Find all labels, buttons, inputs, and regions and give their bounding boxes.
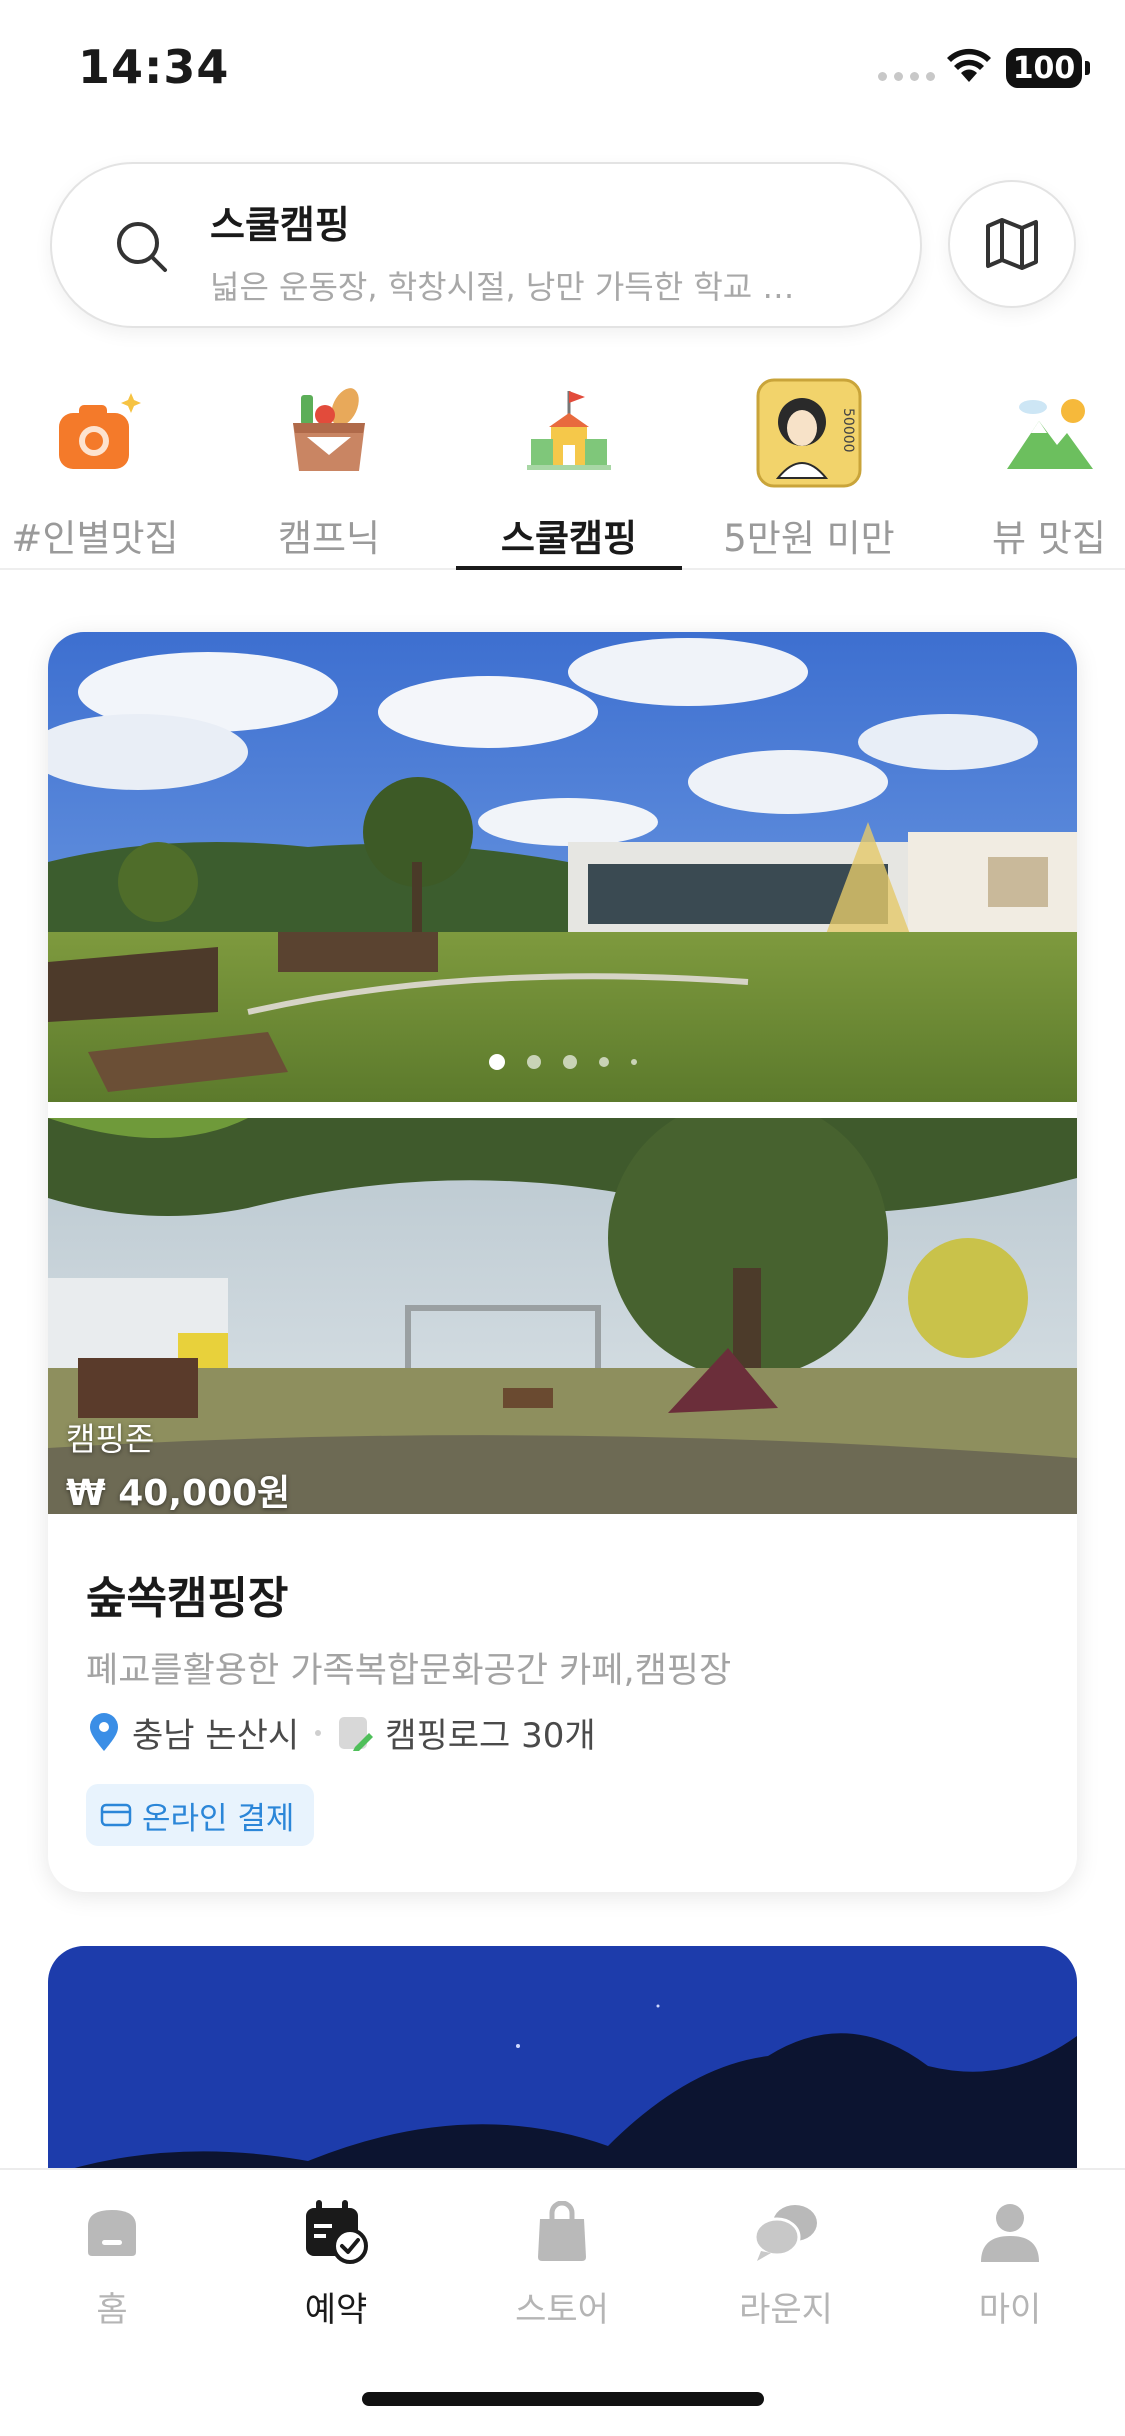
campsite-location: 충남 논산시	[132, 1716, 300, 1756]
search-subtitle: 넓은 운동장, 학창시절, 낭만 가득한 학교 …	[210, 268, 795, 306]
tab-label: 5만원 미만	[723, 517, 895, 560]
search-icon	[117, 222, 167, 272]
credit-card-icon	[100, 1803, 132, 1827]
nav-label: 예약	[304, 2290, 368, 2330]
banknote-50000-icon: 50000	[749, 378, 869, 488]
zone-label: 캠핑존	[66, 1420, 155, 1458]
campsite-name: 숲쏙캠핑장	[86, 1573, 289, 1624]
map-icon	[986, 218, 1038, 270]
active-tab-indicator	[456, 566, 682, 570]
wifi-icon	[947, 48, 991, 82]
camping-log-count: 캠핑로그 30개	[385, 1716, 596, 1756]
campsite-card[interactable]: 캠핑존 ₩ 40,000원 숲쏙캠핑장 폐교를활용한 가족복합문화공간 카페,캠…	[48, 632, 1077, 1892]
svg-text:50000: 50000	[840, 408, 856, 453]
home-icon	[74, 2194, 150, 2270]
nav-lounge[interactable]: 라운지	[696, 2194, 876, 2344]
nav-home[interactable]: 홈	[22, 2194, 202, 2344]
search-title: 스쿨캠핑	[210, 203, 350, 247]
battery-level: 100	[1012, 50, 1076, 86]
nav-reservation[interactable]: 예약	[246, 2194, 426, 2344]
tab-label: #인별맛집	[11, 517, 179, 560]
camera-icon	[35, 378, 155, 488]
nav-store[interactable]: 스토어	[472, 2194, 652, 2344]
status-time: 14:34	[78, 40, 230, 94]
nav-label: 마이	[978, 2290, 1042, 2330]
calendar-check-icon	[298, 2194, 374, 2270]
online-payment-badge: 온라인 결제	[86, 1784, 315, 1846]
category-tabs: #인별맛집 캠프닉 스쿨캠핑 50000 5만원 미만 뷰 맛집	[0, 362, 1125, 570]
tab-under-50000[interactable]: 50000 5만원 미만	[696, 362, 922, 568]
nav-label: 홈	[96, 2290, 128, 2330]
nav-my[interactable]: 마이	[920, 2194, 1100, 2344]
camping-zone-photo[interactable]: 캠핑존 ₩ 40,000원	[48, 1118, 1077, 1514]
status-bar: 14:34 100	[0, 0, 1125, 140]
location-pin-icon	[90, 1712, 118, 1751]
home-indicator[interactable]	[362, 2392, 764, 2406]
search-bar[interactable]: 스쿨캠핑 넓은 운동장, 학창시절, 낭만 가득한 학교 …	[50, 162, 922, 328]
nav-label: 스토어	[515, 2290, 609, 2330]
tab-campnic[interactable]: 캠프닉	[216, 362, 442, 568]
tab-school-camping[interactable]: 스쿨캠핑	[456, 362, 682, 568]
carousel-indicator	[48, 1054, 1077, 1070]
nav-label: 라운지	[739, 2290, 833, 2330]
mountain-view-icon	[989, 378, 1109, 488]
chat-bubbles-icon	[748, 2194, 824, 2270]
camping-log-icon	[339, 1716, 374, 1751]
campsite-meta: 충남 논산시 캠핑로그 30개	[86, 1708, 596, 1757]
signal-dots-icon	[878, 72, 935, 81]
campsite-description: 폐교를활용한 가족복합문화공간 카페,캠핑장	[86, 1651, 732, 1691]
campsite-hero-photo[interactable]	[48, 632, 1077, 1102]
battery-icon: 100	[1006, 48, 1090, 88]
shopping-bag-icon	[524, 2194, 600, 2270]
tab-view-spot[interactable]: 뷰 맛집	[936, 362, 1125, 568]
school-icon	[509, 378, 629, 488]
tab-insta-food[interactable]: #인별맛집	[0, 362, 208, 568]
person-icon	[972, 2194, 1048, 2270]
payment-badge-label: 온라인 결제	[142, 1800, 295, 1837]
tab-label: 스쿨캠핑	[500, 517, 638, 560]
picnic-basket-icon	[269, 378, 389, 488]
tab-label: 캠프닉	[277, 517, 381, 560]
tab-label: 뷰 맛집	[992, 517, 1106, 560]
map-button[interactable]	[948, 180, 1076, 308]
zone-price: ₩ 40,000원	[66, 1473, 291, 1514]
